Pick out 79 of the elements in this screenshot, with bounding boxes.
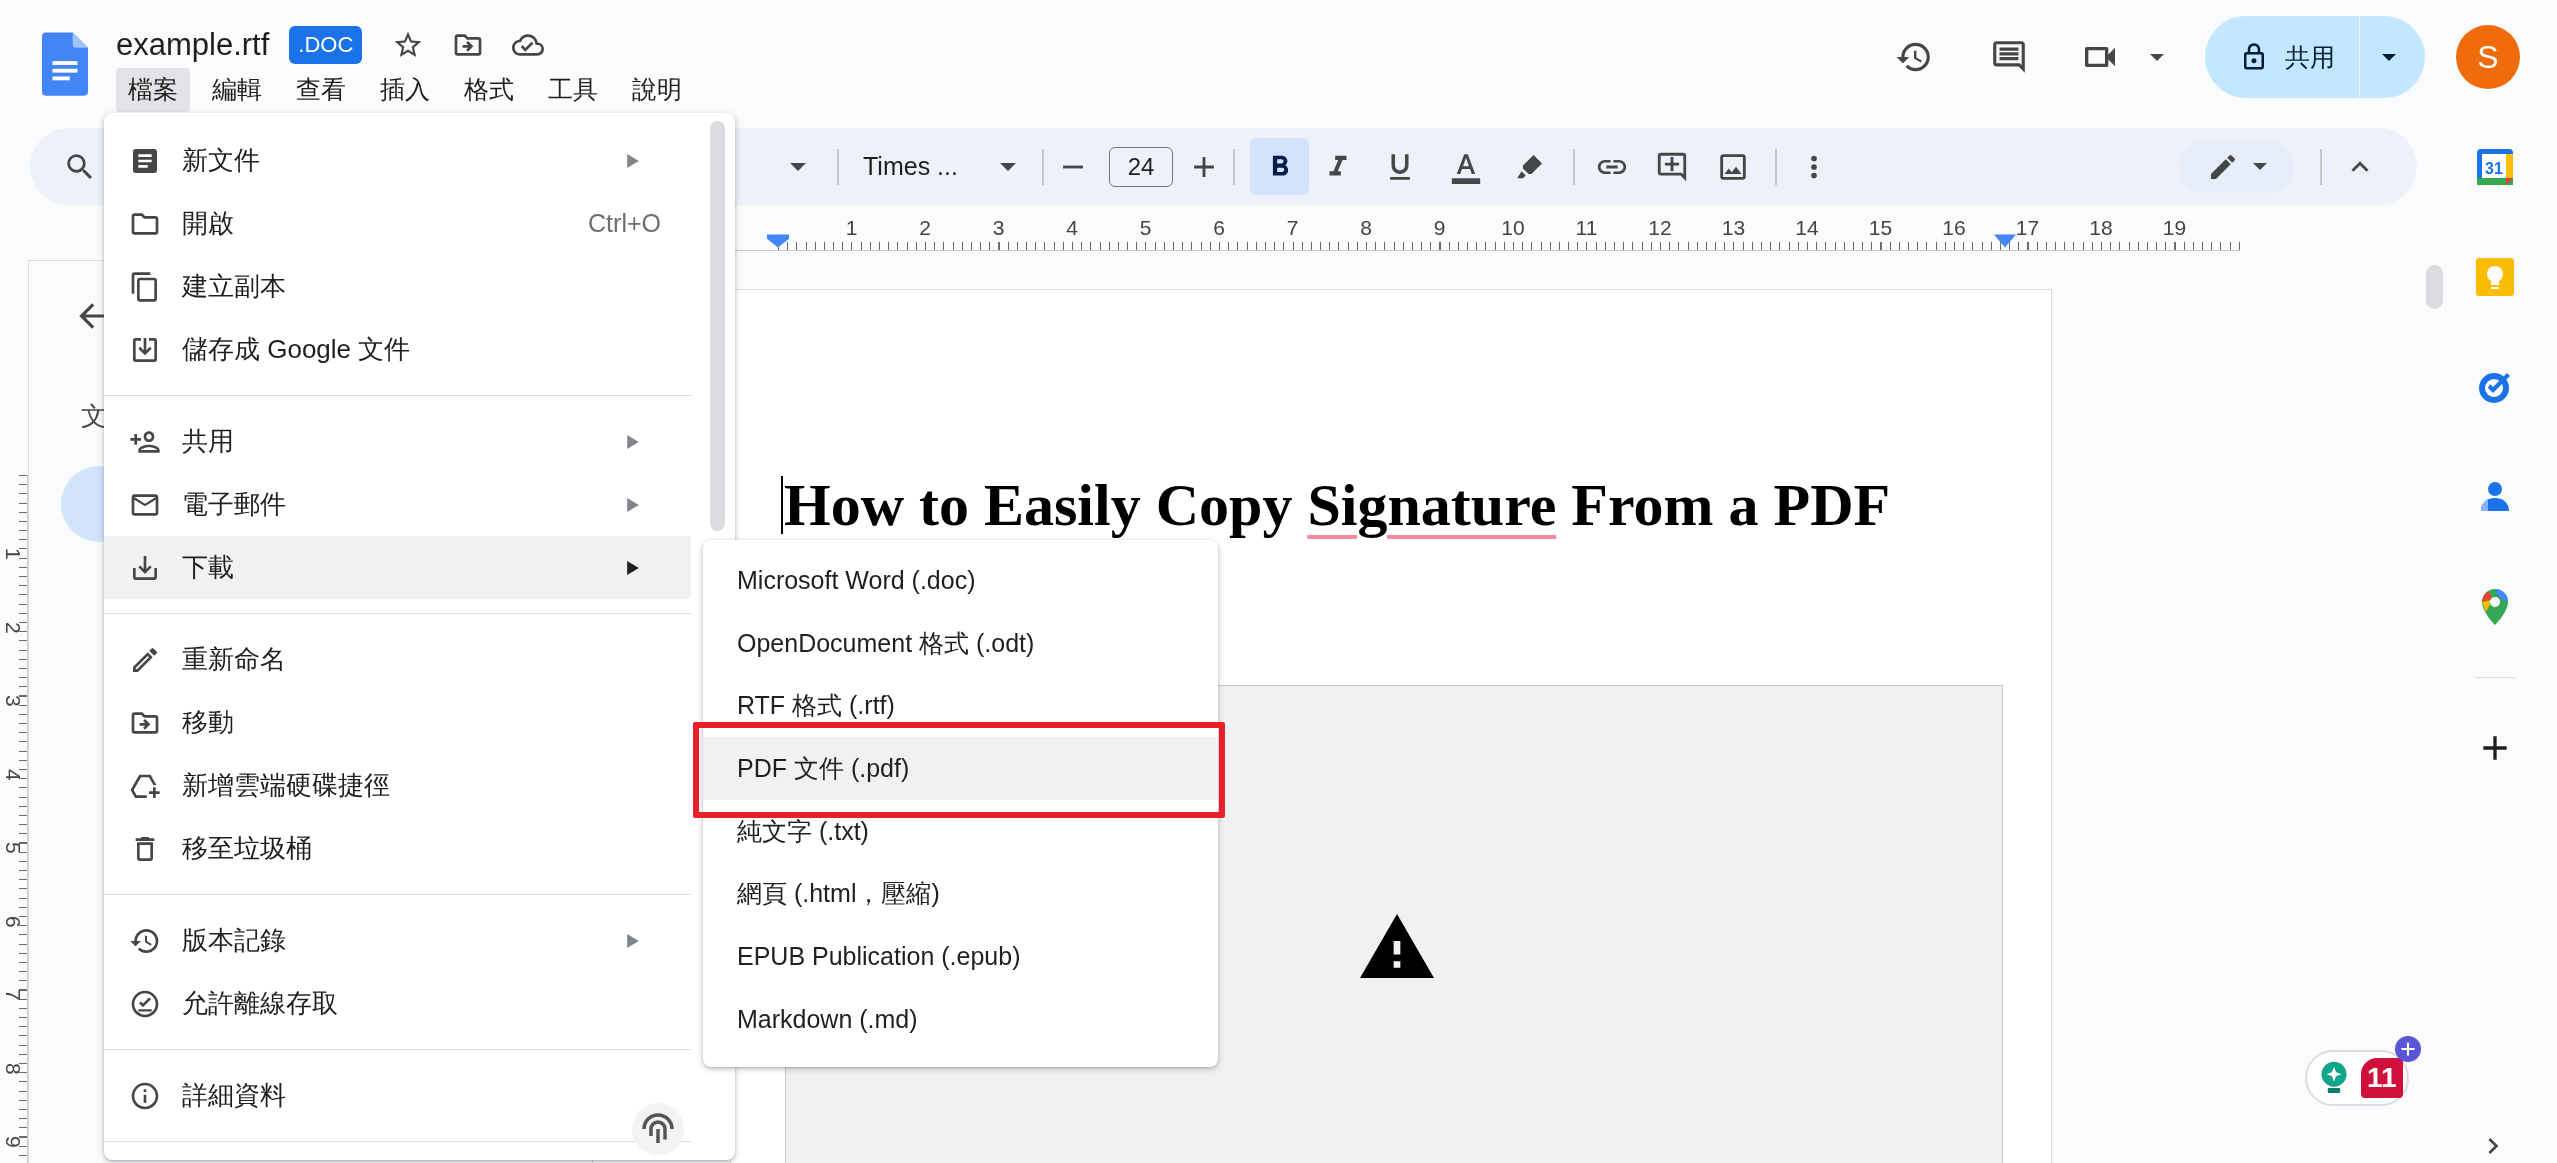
plus-badge-icon[interactable]: [2395, 1036, 2421, 1062]
outline-label: 文: [81, 400, 107, 433]
menu-option[interactable]: 電子郵件: [104, 473, 691, 536]
menu-option[interactable]: 共用: [104, 410, 691, 473]
ruler-number: 8: [1, 1061, 27, 1077]
menu-option[interactable]: 詳細資料: [104, 1064, 691, 1127]
file-type-badge: .DOC: [289, 26, 363, 64]
menu-option[interactable]: OpenDocument 格式 (.odt): [703, 611, 1218, 675]
ruler-number: 6: [1, 914, 27, 930]
lightbulb-icon: [2319, 1060, 2349, 1096]
menu-option[interactable]: 純文字 (.txt): [703, 799, 1218, 863]
menu-label: 移至垃圾桶: [182, 832, 312, 865]
menu-option[interactable]: 儲存成 Google 文件: [104, 318, 691, 381]
caret-icon: [2253, 163, 2267, 170]
ruler-number: 3: [1, 693, 27, 709]
menu-label: 共用: [182, 425, 234, 458]
menu-option[interactable]: PDF 文件 (.pdf): [703, 737, 1218, 800]
menu-item[interactable]: 編輯: [200, 68, 274, 112]
menu-option[interactable]: 下載: [104, 536, 691, 599]
indent-marker[interactable]: [767, 234, 789, 248]
menu-label: 開啟: [182, 207, 234, 240]
menu-option[interactable]: 建立副本: [104, 255, 691, 318]
ruler-number: 7: [1, 987, 27, 1003]
menu-item[interactable]: 查看: [284, 68, 358, 112]
caret-icon: [1000, 162, 1016, 171]
font-size-field[interactable]: 24: [1109, 146, 1173, 187]
menu-item[interactable]: 檔案: [116, 68, 190, 112]
scrollbar-thumb[interactable]: [710, 121, 725, 531]
menu-label: 允許離線存取: [182, 987, 338, 1020]
ruler-number: 1: [1, 546, 27, 562]
menu-label: 儲存成 Google 文件: [182, 333, 411, 366]
warning-icon: [1359, 914, 1434, 978]
menu-item[interactable]: 插入: [368, 68, 442, 112]
text-cursor: [781, 476, 783, 534]
menu-label: 電子郵件: [182, 488, 286, 521]
menu-label: 下載: [182, 551, 234, 584]
count-badge: 11: [2361, 1058, 2403, 1098]
ruler-number: 4: [1, 767, 27, 783]
menu-option[interactable]: RTF 格式 (.rtf): [703, 674, 1218, 738]
caret-icon[interactable]: [2150, 53, 2164, 61]
menu-label: 重新命名: [182, 643, 286, 676]
caret-icon[interactable]: [790, 162, 806, 171]
fingerprint-icon[interactable]: [632, 1103, 684, 1155]
menu-option[interactable]: Microsoft Word (.doc): [703, 549, 1218, 612]
shortcut-label: Ctrl+O: [588, 209, 661, 238]
menu-label: 移動: [182, 706, 234, 739]
menu-option[interactable]: 網頁 (.html，壓縮): [703, 862, 1218, 926]
document-title[interactable]: example.rtf: [116, 27, 270, 63]
bold-button[interactable]: [1250, 138, 1309, 195]
menu-option[interactable]: 重新命名: [104, 628, 691, 691]
assistant-widget[interactable]: 11: [2305, 1050, 2409, 1106]
menu-option[interactable]: 移動: [104, 691, 691, 754]
menu-option[interactable]: 移至垃圾桶: [104, 817, 691, 880]
scrollbar-thumb[interactable]: [2426, 265, 2443, 309]
caret-icon: [2381, 53, 2396, 61]
menu-item[interactable]: 說明: [620, 68, 694, 112]
ruler-number: 5: [1, 840, 27, 856]
menu-item[interactable]: 工具: [536, 68, 610, 112]
menu-label: 建立副本: [182, 270, 286, 303]
ruler-number: 2: [1, 620, 27, 636]
calendar-icon[interactable]: 31: [2474, 147, 2515, 187]
menu-option[interactable]: Markdown (.md): [703, 987, 1218, 1051]
font-dropdown[interactable]: Times ...: [855, 141, 1020, 192]
menu-option[interactable]: 新文件: [104, 129, 691, 192]
menu-option[interactable]: EPUB Publication (.epub): [703, 925, 1218, 988]
menu-option[interactable]: 允許離線存取: [104, 972, 691, 1035]
menu-label: 詳細資料: [182, 1079, 286, 1112]
document-heading: How to Easily Copy Signature From a PDF: [784, 474, 1891, 536]
menu-item[interactable]: 格式: [452, 68, 526, 112]
menu-label: 新文件: [182, 144, 260, 177]
menu-label: 版本記錄: [182, 924, 286, 957]
indent-marker[interactable]: [1994, 234, 2016, 248]
docs-logo-icon[interactable]: [42, 32, 88, 96]
menu-option[interactable]: 新增雲端硬碟捷徑: [104, 754, 691, 817]
ruler-number: 9: [1, 1134, 27, 1150]
menu-option[interactable]: 開啟 Ctrl+O: [104, 192, 691, 255]
share-button[interactable]: 共用: [2205, 16, 2360, 98]
menu-option[interactable]: 版本記錄: [104, 909, 691, 972]
menu-label: 新增雲端硬碟捷徑: [182, 769, 390, 802]
